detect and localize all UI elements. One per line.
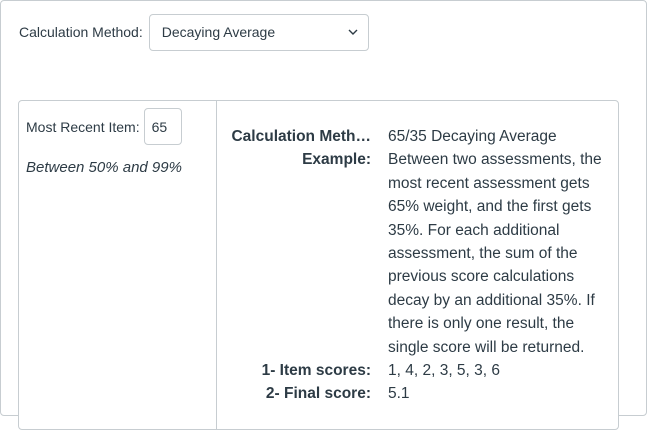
example-row: Example: Between two assessments, the mo… bbox=[219, 148, 619, 359]
calculation-method-selected: Decaying Average bbox=[161, 24, 276, 40]
calculation-method-select[interactable]: Decaying Average bbox=[148, 13, 369, 51]
calculation-method-label: Calculation Method: bbox=[19, 24, 143, 40]
final-score-value: 5.1 bbox=[388, 385, 410, 403]
most-recent-item-label: Most Recent Item: bbox=[26, 118, 140, 135]
final-score-row: 2- Final score: 5.1 bbox=[219, 382, 619, 405]
final-score-key: 2- Final score: bbox=[265, 385, 371, 403]
calculation-settings-frame: Calculation Method: Decaying Average Mos… bbox=[0, 0, 647, 430]
item-scores-value: 1, 4, 2, 3, 5, 3, 6 bbox=[388, 362, 501, 380]
method-key: Calculation Meth… bbox=[231, 128, 371, 145]
calculation-details-panel: Most Recent Item: Between 50% and 99% Ca… bbox=[18, 100, 619, 430]
method-details: Calculation Meth… 65/35 Decaying Average… bbox=[219, 125, 619, 406]
example-value: Between two assessments, the most recent… bbox=[388, 151, 602, 356]
method-value: 65/35 Decaying Average bbox=[388, 128, 557, 145]
chevron-down-icon bbox=[348, 29, 358, 35]
example-key: Example: bbox=[302, 151, 371, 169]
item-scores-key: 1- Item scores: bbox=[261, 362, 371, 380]
calculation-method-row: Calculation Method: Decaying Average bbox=[19, 13, 369, 51]
range-hint: Between 50% and 99% bbox=[26, 159, 182, 176]
method-row: Calculation Meth… 65/35 Decaying Average bbox=[219, 125, 619, 148]
item-scores-row: 1- Item scores: 1, 4, 2, 3, 5, 3, 6 bbox=[219, 359, 619, 382]
parameter-column: Most Recent Item: Between 50% and 99% bbox=[19, 101, 217, 429]
most-recent-item-row: Most Recent Item: bbox=[26, 108, 182, 145]
most-recent-item-input[interactable] bbox=[143, 108, 182, 145]
